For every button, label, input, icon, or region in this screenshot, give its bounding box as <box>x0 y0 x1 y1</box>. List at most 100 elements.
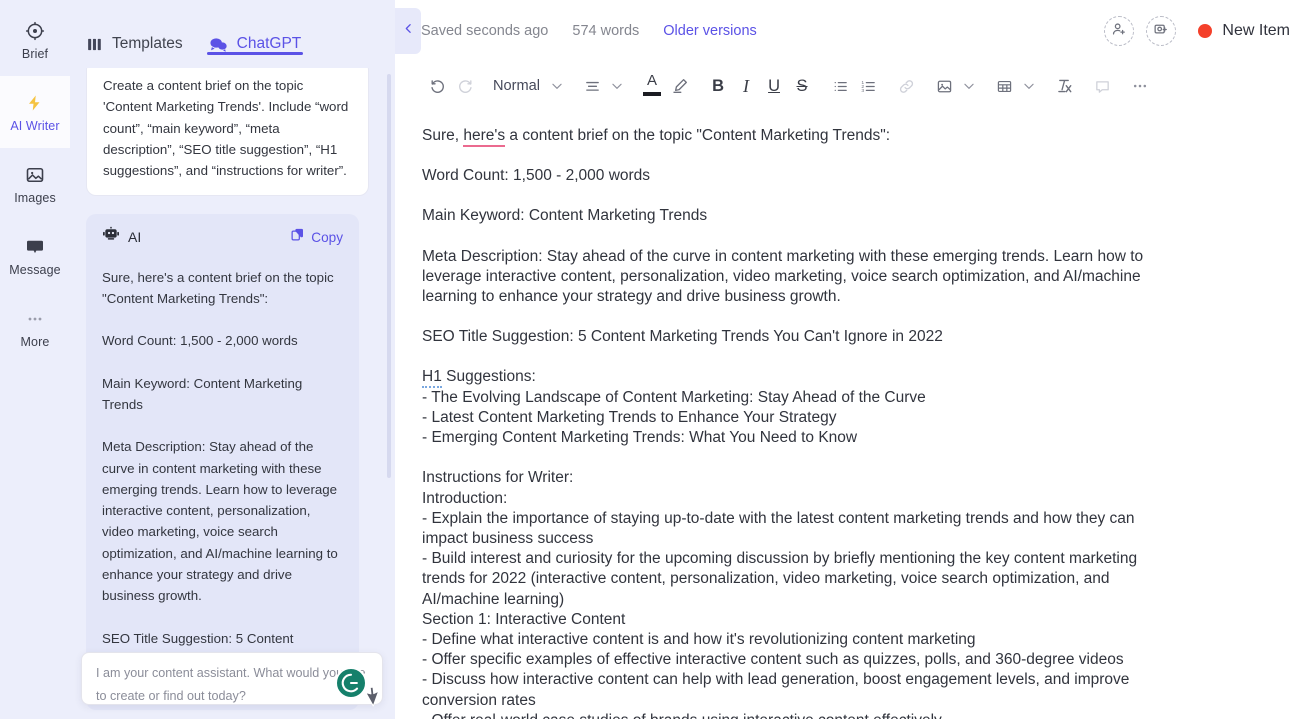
insert-table-chevron[interactable] <box>1018 73 1040 99</box>
ai-author: AI <box>102 226 141 248</box>
comment-button[interactable] <box>1088 72 1116 100</box>
copy-icon <box>290 227 305 248</box>
sidebar-item-message[interactable]: Message <box>0 220 70 292</box>
undo-button[interactable] <box>423 72 451 100</box>
add-person-icon <box>1111 21 1127 42</box>
sidebar-item-label-images: Images <box>14 190 56 205</box>
doc-block-instructions: Instructions for Writer: Introduction: -… <box>422 468 1148 719</box>
content-assistant-widget[interactable]: I am your content assistant. What would … <box>81 652 383 707</box>
saved-status: Saved seconds ago <box>421 23 549 39</box>
doc-blank-line <box>422 448 1148 468</box>
instructions-line: Section 1: Interactive Content <box>422 610 626 628</box>
sidebar-item-ai-writer[interactable]: AI Writer <box>0 76 70 148</box>
ai-author-label: AI <box>128 228 142 245</box>
sidebar-item-images[interactable]: Images <box>0 148 70 220</box>
cursor-arrow-icon <box>360 685 381 716</box>
instructions-line: - Offer specific examples of effective i… <box>422 651 1124 669</box>
insert-image-button[interactable] <box>930 72 958 100</box>
intro-suffix: a content brief on the topic "Content Ma… <box>505 127 891 144</box>
robot-icon <box>102 226 120 248</box>
share-button[interactable] <box>1104 16 1135 46</box>
intro-prefix: Sure, <box>422 127 464 144</box>
app-root: Brief AI Writer Images Message More Temp… <box>0 0 1312 719</box>
instructions-line: - Build interest and curiosity for the u… <box>422 550 1138 608</box>
chat-scrollbar[interactable] <box>387 74 391 478</box>
instructions-line: Introduction: <box>422 489 508 507</box>
paragraph-style-chevron[interactable] <box>546 73 568 99</box>
copy-label: Copy <box>311 229 343 245</box>
sidebar-item-label-ai-writer: AI Writer <box>10 118 60 133</box>
instructions-heading: Instructions for Writer: <box>422 469 574 487</box>
doc-paragraph-meta-description: Meta Description: Stay ahead of the curv… <box>422 247 1144 306</box>
image-icon <box>24 164 46 186</box>
h1-suggestions-heading: H1 Suggestions: <box>422 367 1148 389</box>
tab-label-templates: Templates <box>112 35 183 52</box>
redo-button[interactable] <box>451 72 479 100</box>
word-count: 574 words <box>572 23 640 39</box>
more-options-button[interactable] <box>1126 72 1154 100</box>
sidebar-item-label-brief: Brief <box>21 46 49 61</box>
paragraph-style-dropdown[interactable]: Normal <box>493 78 540 94</box>
copy-button[interactable]: Copy <box>290 227 343 248</box>
align-button[interactable] <box>578 72 606 100</box>
ai-paragraph: Sure, here's a content brief on the topi… <box>102 269 334 307</box>
chat-panel: Templates ChatGPT Create a content brief… <box>70 0 395 719</box>
sidebar-item-brief[interactable]: Brief <box>0 4 70 76</box>
link-button[interactable] <box>892 72 920 100</box>
ai-paragraph: Main Keyword: Content Marketing Trends <box>102 375 303 412</box>
h1-heading-suffix: Suggestions: <box>441 368 536 386</box>
italic-button[interactable]: I <box>732 72 760 100</box>
chat-message-ai: AI Copy Sure, here's a content brief on … <box>86 214 359 711</box>
numbered-list-button[interactable]: 1 2 3 <box>854 72 882 100</box>
highlight-button[interactable] <box>666 72 694 100</box>
instructions-line: - Explain the importance of staying up-t… <box>422 509 1135 548</box>
status-dot <box>1198 24 1213 38</box>
chat-bubbles-icon <box>209 36 228 53</box>
sidebar-item-more[interactable]: More <box>0 292 70 364</box>
spellcheck-word[interactable]: here's <box>463 127 506 147</box>
assistant-widget-text: I am your content assistant. What would … <box>96 666 366 703</box>
clear-formatting-button[interactable] <box>1050 72 1078 100</box>
chat-tab-bar: Templates ChatGPT <box>70 0 395 68</box>
instructions-line: - Discuss how interactive content can he… <box>422 671 1130 709</box>
doc-paragraph-main-keyword: Main Keyword: Content Marketing Trends <box>422 207 708 225</box>
bold-button[interactable]: B <box>704 72 732 100</box>
templates-icon <box>86 36 103 53</box>
underline-button[interactable]: U <box>760 72 788 100</box>
align-chevron[interactable] <box>606 73 628 99</box>
h1-suggestion-item: - The Evolving Landscape of Content Mark… <box>422 388 926 406</box>
svg-text:3: 3 <box>861 88 864 94</box>
message-icon <box>24 236 46 258</box>
new-item-button[interactable]: New Item <box>1198 22 1290 40</box>
tab-templates[interactable]: Templates <box>86 0 183 68</box>
tab-label-chatgpt: ChatGPT <box>236 35 302 52</box>
user-message-text: Create a content brief on the topic 'Con… <box>103 78 349 179</box>
add-cover-button[interactable] <box>1146 16 1177 46</box>
bullet-list-button[interactable] <box>826 72 854 100</box>
strikethrough-button[interactable]: S <box>788 72 816 100</box>
chevron-left-icon <box>402 20 415 42</box>
collapse-panel-button[interactable] <box>395 8 421 54</box>
document-content[interactable]: Sure, here's a content brief on the topi… <box>395 110 1312 719</box>
insert-table-button[interactable] <box>990 72 1018 100</box>
older-versions-link[interactable]: Older versions <box>663 23 756 39</box>
new-item-label: New Item <box>1222 22 1290 39</box>
tab-chatgpt[interactable]: ChatGPT <box>206 0 303 68</box>
doc-block-h1-suggestions: H1 Suggestions: - The Evolving Landscape… <box>422 367 1148 448</box>
target-icon <box>24 20 46 42</box>
font-color-button[interactable]: A <box>638 72 666 100</box>
doc-paragraph-intro: Sure, here's a content brief on the topi… <box>422 126 1148 147</box>
insert-image-chevron[interactable] <box>958 73 980 99</box>
sidebar-item-label-message: Message <box>9 262 61 277</box>
h1-suggestion-item: - Emerging Content Marketing Trends: Wha… <box>422 429 858 447</box>
grammar-flagged-word[interactable]: H1 <box>422 368 442 389</box>
paragraph-style-value: Normal <box>493 78 541 94</box>
chat-message-list: Create a content brief on the topic 'Con… <box>70 68 395 719</box>
font-color-letter: A <box>647 72 658 89</box>
ellipsis-icon <box>24 308 46 330</box>
font-color-swatch <box>643 92 662 96</box>
doc-paragraph-seo-title: SEO Title Suggestion: 5 Content Marketin… <box>422 328 943 346</box>
lightning-icon <box>24 92 46 114</box>
ai-paragraph: Word Count: 1,500 - 2,000 words <box>102 333 298 349</box>
instructions-line: - Define what interactive content is and… <box>422 631 976 649</box>
